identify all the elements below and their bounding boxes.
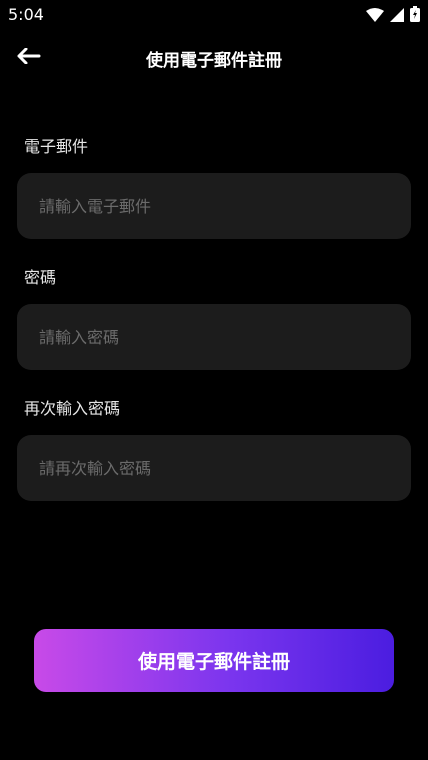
password-field[interactable] [17,304,411,370]
confirm-password-field-container [17,435,411,501]
status-bar: 5:04 [0,0,428,30]
confirm-password-label: 再次輸入密碼 [24,399,121,418]
email-field[interactable] [17,173,411,239]
password-field-container [17,304,411,370]
status-icons [366,6,420,26]
app-bar: 使用電子郵件註冊 [0,38,428,78]
register-with-email-button[interactable]: 使用電子郵件註冊 [34,629,394,692]
email-field-container [17,173,411,239]
status-time: 5:04 [8,5,44,24]
battery-icon [410,6,420,26]
signal-icon [390,7,404,26]
email-label: 電子郵件 [24,137,89,156]
confirm-password-field[interactable] [17,435,411,501]
page-title: 使用電子郵件註冊 [146,51,282,71]
wifi-icon [366,7,384,26]
password-label: 密碼 [24,268,57,287]
